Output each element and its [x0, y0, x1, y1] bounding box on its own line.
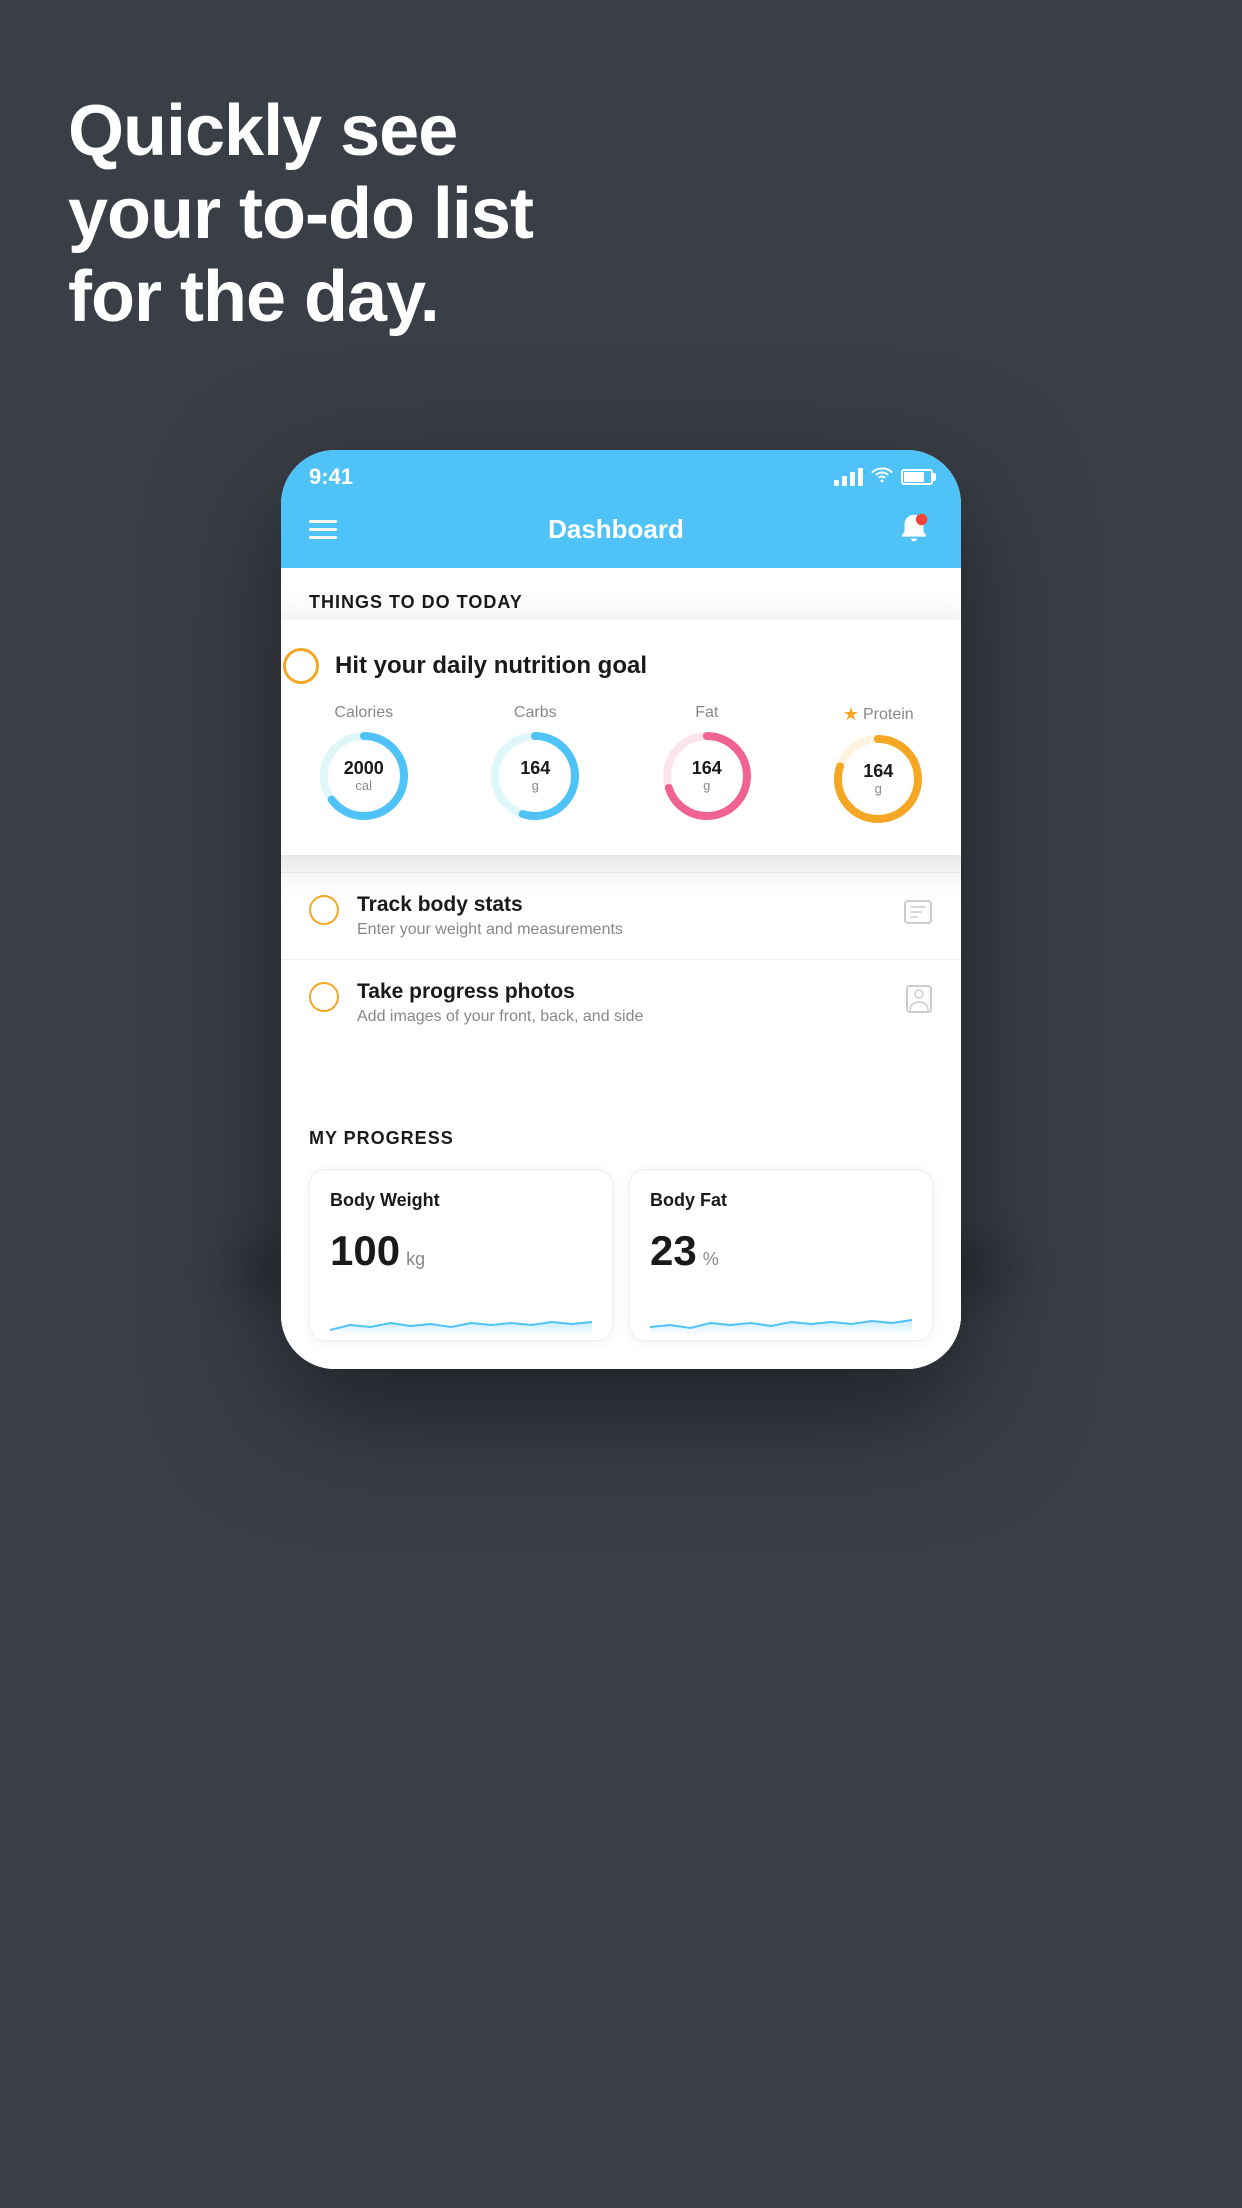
- fat-label: Fat: [695, 704, 718, 722]
- fat-unit: g: [692, 779, 722, 793]
- nutrition-card-title: Hit your daily nutrition goal: [335, 652, 647, 680]
- spacer: [281, 1046, 961, 1096]
- nutrition-grid: Calories 2000 cal: [283, 704, 959, 827]
- calories-value: 2000: [344, 759, 384, 779]
- body-weight-chart: [330, 1295, 592, 1335]
- hero-line1: Quickly see: [68, 90, 533, 173]
- wifi-icon: [871, 467, 893, 488]
- nutrition-check-circle[interactable]: [283, 648, 319, 684]
- body-fat-title: Body Fat: [650, 1190, 912, 1211]
- body-fat-chart: [650, 1295, 912, 1335]
- photos-circle: [309, 982, 339, 1012]
- todo-item-body-stats[interactable]: Track body stats Enter your weight and m…: [281, 872, 961, 959]
- hero-line2: your to-do list: [68, 173, 533, 256]
- nutrition-item-fat: Fat 164 g: [659, 704, 755, 827]
- things-to-do-heading: THINGS TO DO TODAY: [281, 568, 961, 625]
- person-icon: [905, 984, 933, 1021]
- carbs-donut: 164 g: [487, 728, 583, 824]
- nutrition-card: Hit your daily nutrition goal Calories: [281, 620, 961, 855]
- nutrition-item-calories: Calories 2000 cal: [316, 704, 412, 827]
- protein-unit: g: [863, 782, 893, 796]
- photos-subtitle: Add images of your front, back, and side: [357, 1008, 887, 1026]
- body-fat-unit: %: [703, 1249, 719, 1270]
- nutrition-item-carbs: Carbs 164 g: [487, 704, 583, 827]
- notification-bell-icon[interactable]: [895, 510, 933, 548]
- calories-donut: 2000 cal: [316, 728, 412, 824]
- main-content: THINGS TO DO TODAY Hit your daily nutrit…: [281, 568, 961, 1369]
- body-fat-value: 23: [650, 1227, 697, 1275]
- progress-heading: MY PROGRESS: [309, 1128, 933, 1149]
- body-weight-value: 100: [330, 1227, 400, 1275]
- todo-item-photos[interactable]: Take progress photos Add images of your …: [281, 959, 961, 1046]
- nutrition-item-protein: ★ Protein 164 g: [830, 704, 926, 827]
- body-weight-values: 100 kg: [330, 1227, 592, 1275]
- fat-donut: 164 g: [659, 728, 755, 824]
- body-stats-subtitle: Enter your weight and measurements: [357, 921, 885, 939]
- status-time: 9:41: [309, 464, 353, 490]
- signal-icon: [834, 468, 863, 486]
- carbs-unit: g: [520, 779, 550, 793]
- body-fat-card[interactable]: Body Fat 23 %: [629, 1169, 933, 1341]
- nav-title: Dashboard: [548, 514, 684, 545]
- scale-icon: [903, 897, 933, 934]
- body-stats-title: Track body stats: [357, 893, 885, 917]
- phone-frame: 9:41: [281, 450, 961, 1369]
- photos-content: Take progress photos Add images of your …: [357, 980, 887, 1026]
- body-weight-card[interactable]: Body Weight 100 kg: [309, 1169, 613, 1341]
- status-bar: 9:41: [281, 450, 961, 498]
- status-icons: [834, 467, 933, 488]
- calories-label: Calories: [334, 704, 393, 722]
- protein-label: ★ Protein: [843, 704, 914, 725]
- hamburger-menu[interactable]: [309, 520, 337, 539]
- protein-donut: 164 g: [830, 731, 926, 827]
- protein-value: 164: [863, 762, 893, 782]
- body-stats-circle: [309, 895, 339, 925]
- carbs-label: Carbs: [514, 704, 557, 722]
- star-icon: ★: [843, 704, 859, 725]
- body-weight-unit: kg: [406, 1249, 425, 1270]
- body-fat-values: 23 %: [650, 1227, 912, 1275]
- hero-text: Quickly see your to-do list for the day.: [68, 90, 533, 338]
- carbs-value: 164: [520, 759, 550, 779]
- calories-unit: cal: [344, 779, 384, 793]
- body-weight-title: Body Weight: [330, 1190, 592, 1211]
- body-stats-content: Track body stats Enter your weight and m…: [357, 893, 885, 939]
- progress-section: MY PROGRESS Body Weight 100 kg: [281, 1096, 961, 1369]
- progress-grid: Body Weight 100 kg: [309, 1169, 933, 1341]
- battery-icon: [901, 469, 933, 485]
- nav-bar: Dashboard: [281, 498, 961, 568]
- fat-value: 164: [692, 759, 722, 779]
- hero-line3: for the day.: [68, 256, 533, 339]
- photos-title: Take progress photos: [357, 980, 887, 1004]
